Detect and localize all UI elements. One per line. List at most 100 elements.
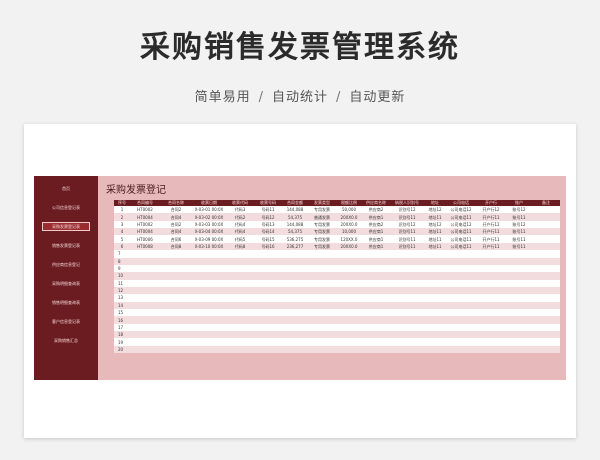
table-cell[interactable]: [254, 264, 282, 273]
table-cell[interactable]: [254, 279, 282, 287]
table-cell[interactable]: [390, 309, 424, 317]
table-cell[interactable]: HT0008: [130, 242, 160, 251]
table-cell[interactable]: [390, 301, 424, 310]
table-cell[interactable]: [160, 301, 192, 310]
table-cell[interactable]: 识别号12: [390, 206, 424, 214]
table-cell[interactable]: 20XX0.0: [336, 213, 362, 221]
table-cell[interactable]: [336, 345, 362, 354]
table-cell[interactable]: 54,375: [282, 213, 308, 221]
table-cell[interactable]: [160, 250, 192, 258]
table-cell[interactable]: [130, 264, 160, 273]
table-cell[interactable]: 号码15: [254, 235, 282, 243]
table-cell[interactable]: HT0002: [130, 220, 160, 229]
table-cell[interactable]: [130, 294, 160, 302]
table-cell[interactable]: [506, 294, 532, 302]
table-cell[interactable]: 供应商2: [362, 206, 390, 214]
table-cell[interactable]: [130, 338, 160, 346]
table-cell[interactable]: [192, 279, 226, 287]
table-cell[interactable]: [446, 323, 476, 332]
table-cell[interactable]: [424, 250, 446, 258]
table-cell[interactable]: [362, 301, 390, 310]
table-cell[interactable]: [130, 316, 160, 324]
table-cell[interactable]: [130, 323, 160, 332]
table-cell[interactable]: [226, 323, 254, 332]
table-cell[interactable]: [506, 286, 532, 295]
table-cell[interactable]: 120XX.0: [336, 235, 362, 243]
table-cell[interactable]: [532, 257, 560, 265]
table-cell[interactable]: [254, 309, 282, 317]
table-cell[interactable]: 账号12: [506, 206, 532, 214]
table-cell[interactable]: [446, 286, 476, 295]
table-cell[interactable]: 开户行11: [476, 235, 506, 243]
table-cell[interactable]: [506, 279, 532, 287]
table-cell[interactable]: 账号11: [506, 242, 532, 251]
table-cell[interactable]: 7: [114, 250, 130, 258]
table-cell[interactable]: [532, 286, 560, 295]
table-cell[interactable]: [390, 323, 424, 332]
table-cell[interactable]: [254, 286, 282, 295]
table-cell[interactable]: 供应商1: [362, 242, 390, 251]
table-cell[interactable]: [532, 235, 560, 243]
table-cell[interactable]: [476, 264, 506, 273]
table-cell[interactable]: [476, 309, 506, 317]
table-cell[interactable]: 5: [114, 235, 130, 243]
table-cell[interactable]: [192, 338, 226, 346]
table-cell[interactable]: [308, 257, 336, 265]
table-cell[interactable]: [424, 264, 446, 273]
table-cell[interactable]: 账号11: [506, 235, 532, 243]
table-cell[interactable]: 代码4: [226, 220, 254, 229]
table-cell[interactable]: [308, 309, 336, 317]
table-cell[interactable]: [362, 272, 390, 280]
table-cell[interactable]: 识别号12: [390, 220, 424, 229]
table-cell[interactable]: [254, 323, 282, 332]
table-cell[interactable]: [226, 264, 254, 273]
table-cell[interactable]: [532, 331, 560, 339]
table-cell[interactable]: 536,275: [282, 235, 308, 243]
table-cell[interactable]: 账号11: [506, 228, 532, 236]
table-cell[interactable]: [390, 286, 424, 295]
sidebar-home[interactable]: 首页: [34, 186, 98, 192]
table-cell[interactable]: [254, 316, 282, 324]
table-cell[interactable]: [226, 316, 254, 324]
table-cell[interactable]: [476, 316, 506, 324]
table-cell[interactable]: 代码2: [226, 213, 254, 221]
table-cell[interactable]: [446, 294, 476, 302]
sidebar-item-1[interactable]: 公司信息登记表: [42, 203, 90, 212]
table-cell[interactable]: [130, 301, 160, 310]
table-cell[interactable]: [308, 345, 336, 354]
table-cell[interactable]: [336, 279, 362, 287]
table-cell[interactable]: [282, 338, 308, 346]
table-cell[interactable]: 地址11: [424, 235, 446, 243]
table-cell[interactable]: [446, 345, 476, 354]
table-cell[interactable]: [424, 301, 446, 310]
table-cell[interactable]: [390, 338, 424, 346]
table-cell[interactable]: [226, 294, 254, 302]
table-cell[interactable]: [390, 250, 424, 258]
table-cell[interactable]: [476, 272, 506, 280]
table-cell[interactable]: [160, 316, 192, 324]
table-cell[interactable]: [446, 250, 476, 258]
table-cell[interactable]: [362, 309, 390, 317]
table-cell[interactable]: [308, 294, 336, 302]
sidebar-item-6[interactable]: 销售明细查询表: [42, 298, 90, 307]
table-cell[interactable]: 代码3: [226, 206, 254, 214]
table-cell[interactable]: [336, 309, 362, 317]
table-cell[interactable]: 识别号11: [390, 228, 424, 236]
table-cell[interactable]: 合同6: [160, 235, 192, 243]
table-cell[interactable]: [192, 286, 226, 295]
table-cell[interactable]: 地址11: [424, 228, 446, 236]
table-cell[interactable]: X-03-04 00:0X: [192, 228, 226, 236]
table-cell[interactable]: [282, 345, 308, 354]
table-cell[interactable]: [532, 242, 560, 251]
table-cell[interactable]: [390, 294, 424, 302]
table-cell[interactable]: 236,277: [282, 242, 308, 251]
table-cell[interactable]: 专用发票: [308, 206, 336, 214]
table-cell[interactable]: X-03-02 00:0X: [192, 213, 226, 221]
table-cell[interactable]: [424, 257, 446, 265]
table-cell[interactable]: [532, 316, 560, 324]
table-cell[interactable]: [160, 323, 192, 332]
table-cell[interactable]: [308, 286, 336, 295]
table-cell[interactable]: [506, 338, 532, 346]
table-cell[interactable]: 开户行12: [476, 206, 506, 214]
sidebar-item-7[interactable]: 客户信息登记表: [42, 317, 90, 326]
